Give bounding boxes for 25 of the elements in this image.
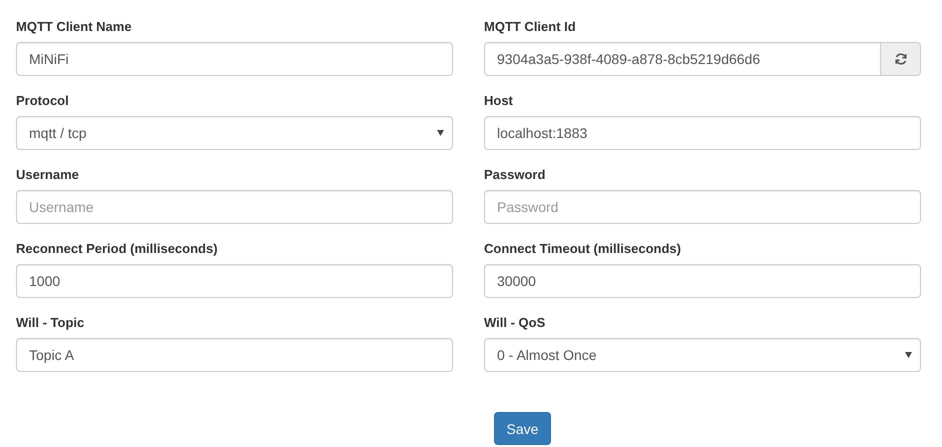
field-label: Will - Topic [16, 314, 86, 332]
input-field[interactable]: Password [484, 190, 921, 224]
input-field[interactable]: 9304a3a5-938f-4089-a878-8cb5219d66d6 [484, 42, 881, 76]
field-label: Connect Timeout (milliseconds) [484, 240, 682, 258]
input-field[interactable]: localhost:1883 [484, 116, 921, 150]
field-label: MQTT Client Name [16, 18, 133, 36]
field-label: Will - QoS [484, 314, 546, 332]
input-field[interactable]: Username [16, 190, 453, 224]
field-label: Host [484, 92, 514, 110]
field-label: MQTT Client Id [484, 18, 577, 36]
field-label: Username [16, 166, 80, 184]
field-label: Reconnect Period (milliseconds) [16, 240, 219, 258]
caret-icon [905, 352, 912, 358]
refresh-icon [894, 52, 908, 66]
save-button[interactable]: Save [494, 412, 551, 445]
field-label: Password [484, 166, 546, 184]
select-field[interactable]: 0 - Almost Once [484, 338, 921, 372]
input-field[interactable]: 1000 [16, 264, 453, 298]
input-field[interactable]: Topic A [16, 338, 453, 372]
caret-icon [437, 130, 444, 136]
select-field[interactable]: mqtt / tcp [16, 116, 453, 150]
refresh-button[interactable] [881, 42, 921, 76]
field-label: Protocol [16, 92, 70, 110]
input-field[interactable]: 30000 [484, 264, 921, 298]
input-field[interactable]: MiNiFi [16, 42, 453, 76]
